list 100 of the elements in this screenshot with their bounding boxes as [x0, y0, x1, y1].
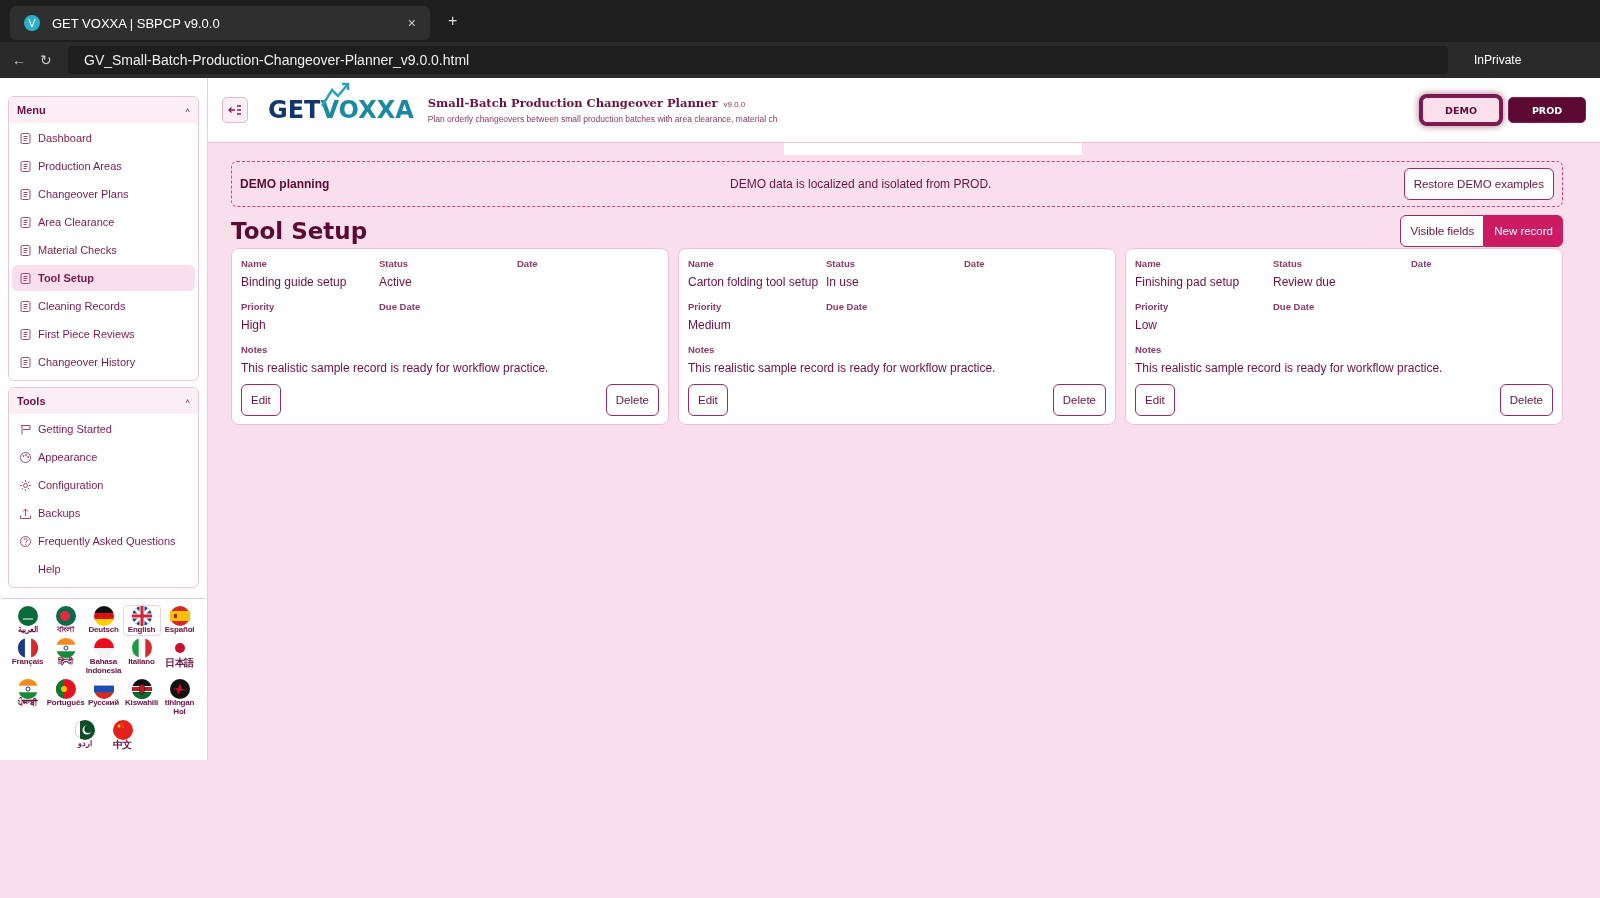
field-label: Date — [1411, 258, 1433, 269]
language-button[interactable]: 中文 — [103, 718, 142, 753]
language-button[interactable]: Русский — [84, 678, 123, 718]
nav-item[interactable]: Frequently Asked Questions — [12, 528, 195, 554]
edit-button[interactable]: Edit — [241, 384, 281, 416]
mode-button[interactable]: DEMO — [1422, 97, 1500, 123]
section-header[interactable]: Menu ˄ — [9, 97, 198, 123]
tab-title: GET VOXXA | SBPCP v9.0.0 — [52, 15, 221, 31]
field-label: Name — [1135, 258, 1162, 269]
nav-item[interactable]: Changeover Plans — [12, 181, 195, 207]
language-button[interactable]: English — [122, 605, 161, 637]
document-icon — [19, 271, 32, 285]
language-button[interactable]: اردو — [65, 718, 104, 753]
section-header[interactable]: Tools ˄ — [9, 388, 198, 414]
field-label: Status — [1273, 258, 1304, 269]
field-label: Priority — [1135, 301, 1170, 312]
banner-message: DEMO data is localized and isolated from PROD. — [729, 177, 993, 191]
new-record-button[interactable]: New record — [1484, 215, 1563, 247]
field-label: Priority — [241, 301, 276, 312]
page-title: Tool Setup — [231, 218, 368, 244]
restore-button[interactable]: Restore DEMO examples — [1403, 168, 1554, 200]
language-button[interactable]: Italiano — [122, 637, 161, 678]
delete-button[interactable]: Delete — [1052, 384, 1106, 416]
field-value: Review due — [1273, 275, 1337, 289]
upload-icon — [19, 506, 32, 520]
nav-item[interactable]: Changeover History — [12, 349, 195, 375]
field-label: Notes — [241, 344, 269, 355]
close-tab-button[interactable]: × — [407, 15, 416, 31]
banner-title: DEMO planning — [240, 177, 331, 191]
delete-button[interactable]: Delete — [605, 384, 659, 416]
document-icon — [19, 299, 32, 313]
notes-text: This realistic sample record is ready for workflow practice. — [688, 361, 997, 375]
app-title: Small-Batch Production Changeover Planner — [427, 96, 718, 110]
language-button[interactable]: tlhIngan Hol — [160, 678, 199, 718]
language-button[interactable]: ਪੰਜਾਬੀ — [8, 678, 47, 718]
flag-icon — [93, 679, 114, 700]
tab-favicon: V — [24, 15, 40, 31]
palette-icon — [19, 450, 32, 464]
app-subtitle: Plan orderly changeovers between small production batches with area clearance, material ch — [427, 114, 779, 124]
visible-fields-button[interactable]: Visible fields — [1400, 215, 1485, 247]
field-value: In use — [826, 275, 860, 289]
collapse-icon — [228, 104, 242, 116]
language-button[interactable]: Kiswahili — [122, 678, 161, 718]
language-button[interactable]: Español — [160, 605, 199, 637]
nav-item[interactable]: Material Checks — [12, 237, 195, 263]
language-button[interactable]: العربية — [8, 605, 47, 637]
sun-icon — [19, 478, 32, 492]
nav-item[interactable]: Appearance — [12, 444, 195, 470]
reload-button[interactable]: ↻ — [40, 52, 54, 68]
language-button[interactable]: 日本語 — [160, 637, 199, 678]
flag-icon — [131, 679, 152, 700]
nav-item[interactable]: Configuration — [12, 472, 195, 498]
logo-text: GETVOXXA — [268, 96, 414, 124]
language-button[interactable]: Français — [8, 637, 47, 678]
new-tab-button[interactable]: + — [448, 12, 458, 30]
document-icon — [19, 159, 32, 173]
flag-icon — [17, 638, 38, 659]
language-button[interactable]: বাংলা — [46, 605, 85, 637]
nav-item[interactable]: Help — [12, 556, 195, 582]
document-icon — [19, 215, 32, 229]
field-value: Carton folding tool setup — [688, 275, 820, 289]
language-button[interactable]: Deutsch — [84, 605, 123, 637]
document-icon — [19, 187, 32, 201]
flag-icon — [55, 606, 76, 626]
flag-icon — [55, 679, 76, 700]
flag-icon — [17, 606, 38, 626]
nav-item[interactable]: Getting Started — [12, 416, 195, 442]
nav-item[interactable]: Production Areas — [12, 153, 195, 179]
edit-button[interactable]: Edit — [688, 384, 728, 416]
field-label: Status — [379, 258, 410, 269]
address-field[interactable]: GV_Small-Batch-Production-Changeover-Planner_v9.0.0.html — [68, 46, 1448, 74]
back-button[interactable]: ← — [12, 52, 26, 68]
inprivate-label: InPrivate — [1474, 53, 1522, 67]
field-value: Low — [1135, 318, 1158, 332]
flag-icon — [131, 638, 152, 659]
collapse-toggle[interactable]: ˄ — [185, 105, 190, 115]
language-button[interactable]: Português — [46, 678, 85, 718]
delete-button[interactable]: Delete — [1499, 384, 1553, 416]
language-button[interactable]: हिन्दी — [46, 637, 85, 678]
field-label: Name — [241, 258, 268, 269]
field-value: High — [241, 318, 267, 332]
collapse-toggle[interactable]: ˄ — [185, 396, 190, 406]
field-value: Active — [379, 275, 413, 289]
language-button[interactable]: Bahasa Indonesia — [84, 637, 123, 678]
nav-item[interactable]: Dashboard — [12, 125, 195, 151]
nav-item[interactable]: Tool Setup — [12, 265, 195, 291]
version-label: v9.0.0 — [723, 100, 746, 109]
collapse-sidebar-button[interactable] — [222, 97, 248, 123]
field-label: Date — [964, 258, 986, 269]
document-icon — [19, 355, 32, 369]
nav-item[interactable]: Cleaning Records — [12, 293, 195, 319]
mode-button[interactable]: PROD — [1508, 97, 1586, 123]
field-label: Due Date — [1273, 301, 1316, 312]
nav-item[interactable]: Area Clearance — [12, 209, 195, 235]
document-icon — [19, 327, 32, 341]
help-icon — [19, 534, 32, 548]
nav-item[interactable]: First Piece Reviews — [12, 321, 195, 347]
nav-item[interactable]: Backups — [12, 500, 195, 526]
edit-button[interactable]: Edit — [1135, 384, 1175, 416]
browser-tab[interactable]: V GET VOXXA | SBPCP v9.0.0 × — [10, 6, 430, 40]
